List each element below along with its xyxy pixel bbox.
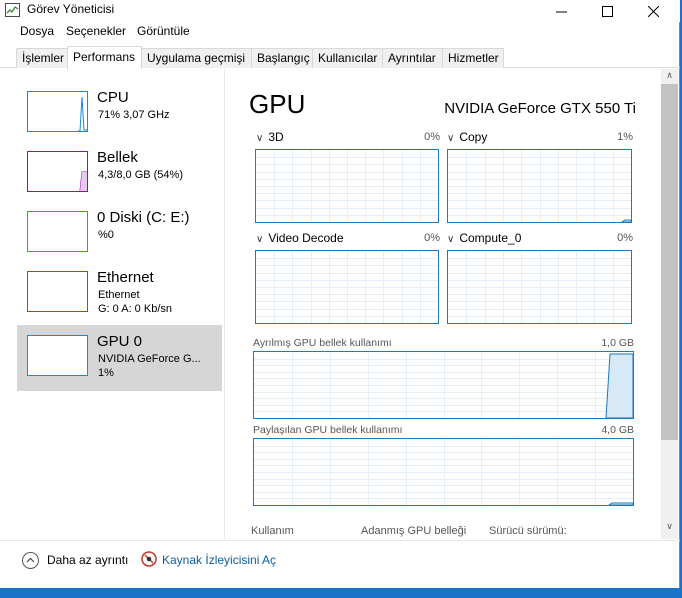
tab-startup[interactable]: Başlangıç (251, 48, 313, 68)
usage-trace (608, 502, 633, 505)
sidebar-item-throughput: G: 0 A: 0 Kb/sn (98, 303, 172, 315)
page-title: GPU (249, 89, 306, 119)
gpu-model-name: NVIDIA GeForce GTX 550 Ti (444, 100, 636, 117)
maximize-icon (601, 5, 613, 17)
stat-driver-version-label: Sürücü sürümü: (489, 525, 567, 537)
title-bar[interactable]: Görev Yöneticisi (0, 0, 680, 22)
disk-thumbnail-graph (27, 211, 88, 252)
open-resource-monitor-link[interactable]: Kaynak İzleyicisini Aç (162, 553, 276, 567)
engine-percent: 0% (617, 232, 633, 244)
menu-view[interactable]: Görüntüle (137, 24, 190, 38)
sidebar-item-ethernet[interactable]: Ethernet Ethernet G: 0 A: 0 Kb/sn (17, 261, 222, 321)
sidebar-item-title: Ethernet (97, 269, 154, 286)
chevron-up-circle-icon[interactable] (22, 552, 39, 569)
tab-app-history[interactable]: Uygulama geçmişi (141, 48, 252, 68)
engine-video-decode-graph (255, 250, 439, 324)
maximize-button[interactable] (584, 0, 630, 22)
menu-options[interactable]: Seçenekler (66, 24, 126, 38)
tab-details[interactable]: Ayrıntılar (382, 48, 443, 68)
sidebar-item-detail: 4,3/8,0 GB (54%) (98, 169, 183, 181)
chevron-down-icon: ∨ (447, 133, 455, 144)
engine-label: Compute_0 (459, 231, 522, 245)
stat-utilization-label: Kullanım (251, 525, 294, 537)
engine-video-decode-selector[interactable]: ∨ Video Decode (256, 231, 344, 245)
engine-label: Copy (459, 130, 488, 144)
menu-file[interactable]: Dosya (20, 24, 54, 38)
tab-services[interactable]: Hizmetler (442, 48, 504, 68)
close-icon (647, 5, 659, 17)
shared-memory-label: Paylaşılan GPU bellek kullanımı (253, 424, 403, 436)
resource-list: CPU 71% 3,07 GHz Bellek 4,3/8,0 GB (54%)… (0, 69, 222, 539)
sidebar-item-title: Bellek (97, 149, 138, 166)
vertical-scrollbar[interactable]: ∧ ∨ (661, 69, 678, 539)
task-manager-window: Görev Yöneticisi Dosya Seçenekler Görünt… (0, 0, 680, 588)
scroll-down-icon[interactable]: ∨ (661, 521, 678, 535)
footer-divider (0, 540, 680, 541)
tab-users[interactable]: Kullanıcılar (312, 48, 383, 68)
scroll-up-icon[interactable]: ∧ (661, 70, 678, 84)
close-button[interactable] (630, 0, 676, 22)
dedicated-memory-label: Ayrılmış GPU bellek kullanımı (253, 337, 392, 349)
usage-trace (605, 353, 633, 418)
stat-dedicated-memory-label: Adanmış GPU belleği (361, 525, 467, 537)
chevron-down-icon: ∨ (256, 234, 264, 245)
shared-memory-graph (253, 438, 634, 506)
sidebar-item-title: CPU (97, 89, 129, 106)
engine-percent: 1% (617, 131, 633, 143)
tab-processes[interactable]: İşlemler (16, 48, 68, 68)
engine-3d-selector[interactable]: ∨ 3D (256, 130, 284, 144)
engine-label: Video Decode (268, 231, 344, 245)
task-manager-app-icon (5, 3, 20, 17)
engine-percent: 0% (424, 131, 440, 143)
engine-label: 3D (268, 130, 284, 144)
sidebar-item-disk[interactable]: 0 Diski (C: E:) %0 (17, 201, 222, 261)
sidebar-item-title: 0 Diski (C: E:) (97, 209, 190, 226)
sidebar-item-detail: %0 (98, 229, 114, 241)
engine-percent: 0% (424, 232, 440, 244)
footer: Daha az ayrıntı Kaynak İzleyicisini Aç (0, 540, 680, 580)
tab-bar: İşlemler Performans Uygulama geçmişi Baş… (0, 46, 680, 69)
window-title: Görev Yöneticisi (27, 2, 115, 16)
sidebar-item-usage: 1% (98, 367, 114, 379)
sidebar-item-gpu[interactable]: GPU 0 NVIDIA GeForce G... 1% (17, 325, 222, 391)
engine-copy-graph (447, 149, 632, 223)
gpu-thumbnail-graph (27, 335, 88, 376)
sidebar-item-detail: 71% 3,07 GHz (98, 109, 170, 121)
resource-monitor-icon (141, 551, 157, 567)
sidebar-item-title: GPU 0 (97, 333, 143, 350)
chevron-down-icon: ∨ (447, 234, 455, 245)
cpu-thumbnail-graph (27, 91, 88, 132)
sidebar-item-detail: Ethernet (98, 289, 140, 301)
usage-trace (621, 219, 631, 222)
dedicated-memory-graph (253, 351, 634, 419)
engine-compute-graph (447, 250, 632, 324)
engine-3d-graph (255, 149, 439, 223)
memory-thumbnail-graph (27, 151, 88, 192)
sidebar-item-detail: NVIDIA GeForce G... (98, 353, 201, 365)
scrollbar-thumb[interactable] (661, 84, 678, 440)
minimize-button[interactable] (538, 0, 584, 22)
fewer-details-button[interactable]: Daha az ayrıntı (47, 553, 128, 567)
sidebar-item-cpu[interactable]: CPU 71% 3,07 GHz (17, 81, 222, 141)
chevron-down-icon: ∨ (256, 133, 264, 144)
minimize-icon (555, 11, 567, 12)
ethernet-thumbnail-graph (27, 271, 88, 312)
engine-copy-selector[interactable]: ∨ Copy (447, 130, 487, 144)
engine-compute-selector[interactable]: ∨ Compute_0 (447, 231, 521, 245)
tab-performance[interactable]: Performans (67, 46, 142, 69)
gpu-detail-panel: GPU NVIDIA GeForce GTX 550 Ti ∨ 3D 0% ∨ Co… (225, 69, 680, 539)
dedicated-memory-max: 1,0 GB (601, 337, 634, 349)
sidebar-item-memory[interactable]: Bellek 4,3/8,0 GB (54%) (17, 141, 222, 201)
shared-memory-max: 4,0 GB (601, 424, 634, 436)
